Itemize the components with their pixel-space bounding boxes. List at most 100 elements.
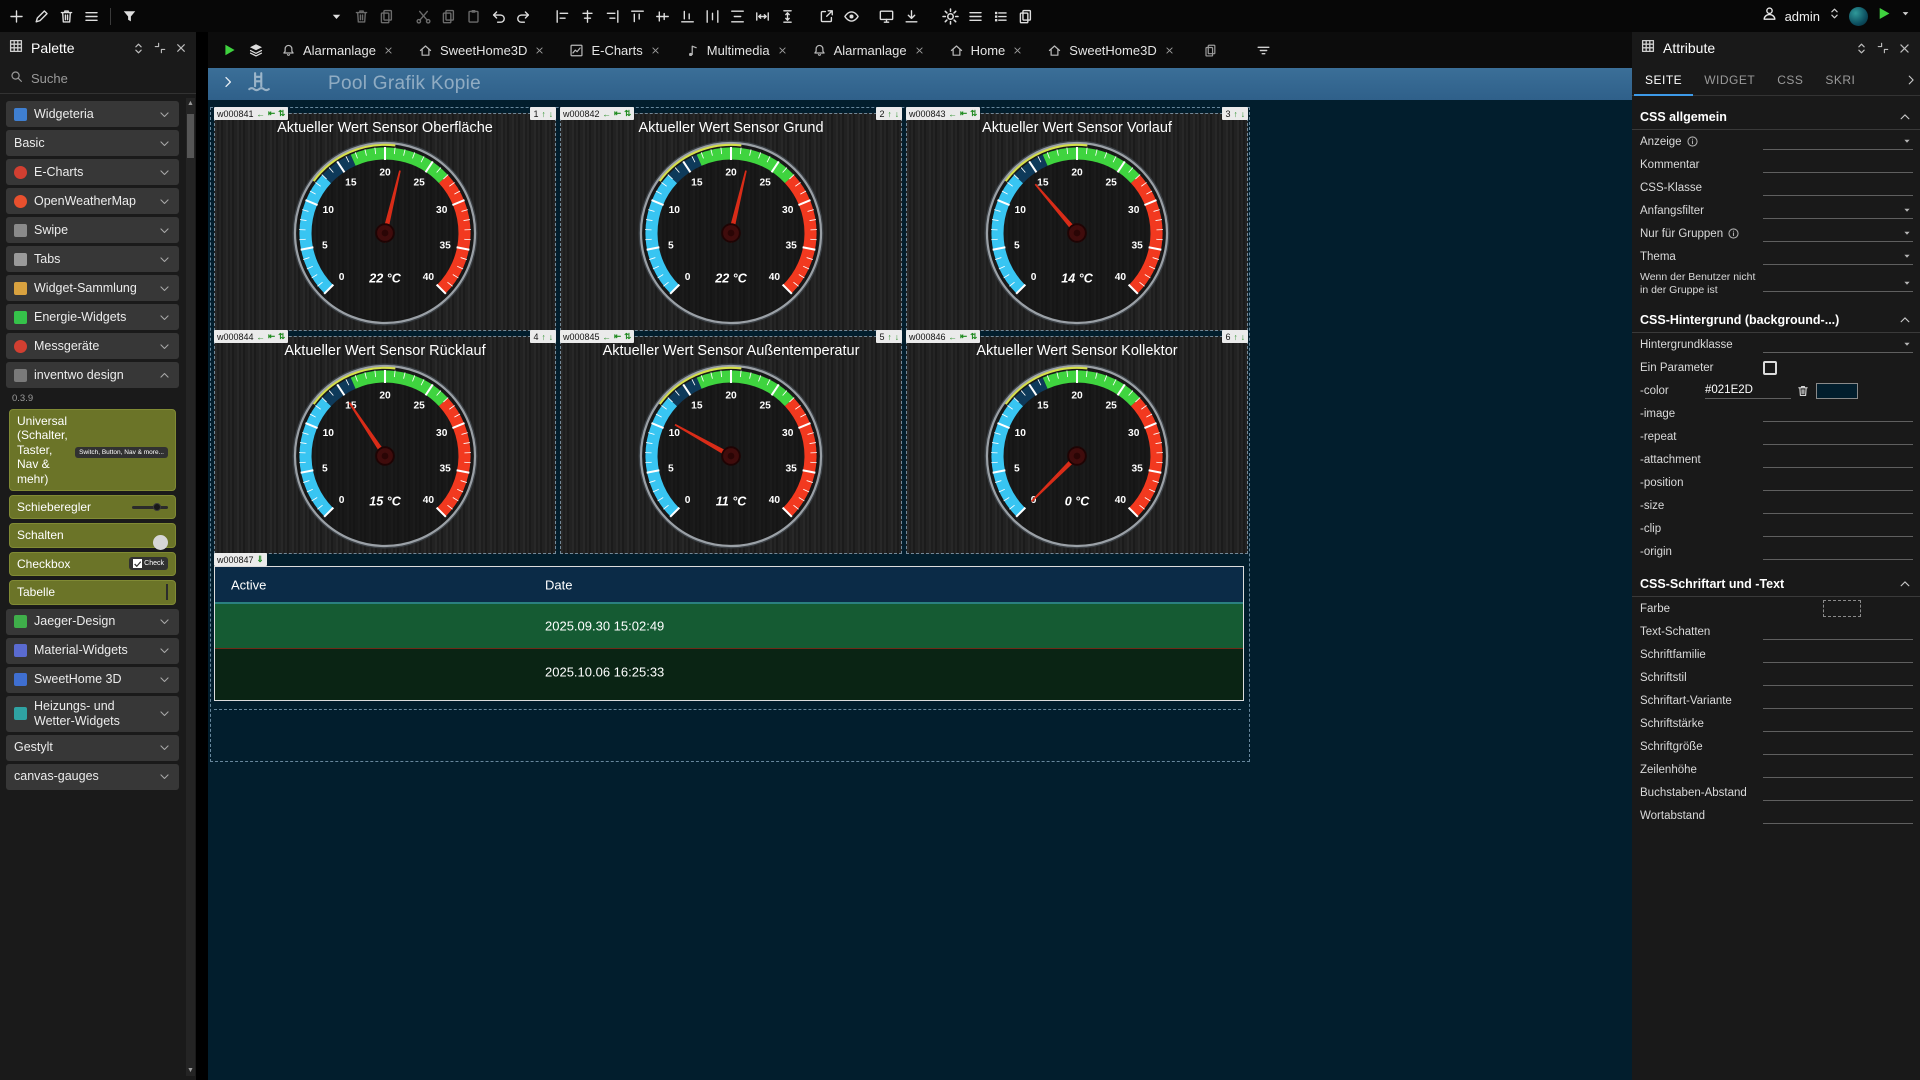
copy-button[interactable] <box>1013 3 1038 29</box>
palette-unfold-button[interactable] <box>131 41 146 56</box>
gauge-widget-w000844[interactable]: w000844←⇤⇅4↑↓Aktueller Wert Sensor Rückl… <box>214 336 556 554</box>
tab-css[interactable]: CSS <box>1766 64 1814 96</box>
palette-widget-tabelle[interactable]: Tabelle <box>9 580 176 604</box>
import-button[interactable] <box>899 3 924 29</box>
view-tab-home-5[interactable]: Home <box>938 32 1035 68</box>
palette-category-jaeger-design[interactable]: Jaeger-Design <box>6 609 179 635</box>
view-tab-sweethome3d-1[interactable]: SweetHome3D <box>407 32 556 68</box>
expand-chevron[interactable] <box>220 74 236 95</box>
attr-input[interactable] <box>1763 428 1913 445</box>
widget-id-chip[interactable]: w000843←⇤⇅ <box>906 107 980 120</box>
attr-select[interactable] <box>1763 202 1913 219</box>
same-width-button[interactable] <box>750 3 775 29</box>
copy-button[interactable] <box>374 3 399 29</box>
attr-select[interactable] <box>1763 225 1913 242</box>
section-header[interactable]: CSS allgemein <box>1632 105 1920 130</box>
align-center-v-button[interactable] <box>650 3 675 29</box>
attribute-unfold-button[interactable] <box>1854 41 1869 56</box>
close-tab-button[interactable] <box>777 45 788 56</box>
palette-category-tabs[interactable]: Tabs <box>6 246 179 272</box>
section-header[interactable]: CSS-Schriftart und -Text <box>1632 572 1920 597</box>
attr-input[interactable] <box>1763 692 1913 709</box>
palette-category-messger-te[interactable]: Messgeräte <box>6 333 179 359</box>
widget-order-chip[interactable]: 6↑↓ <box>1222 330 1248 343</box>
close-tab-button[interactable] <box>1164 45 1175 56</box>
dist-h-button[interactable] <box>700 3 725 29</box>
widget-order-chip[interactable]: 2↑↓ <box>876 107 902 120</box>
run-view-button[interactable] <box>216 37 241 63</box>
align-top-button[interactable] <box>625 3 650 29</box>
close-tab-button[interactable] <box>650 45 661 56</box>
attr-input[interactable] <box>1763 646 1913 663</box>
palette-category-widget-sammlung[interactable]: Widget-Sammlung <box>6 275 179 301</box>
tab-widget[interactable]: WIDGET <box>1693 64 1766 96</box>
menu-button[interactable] <box>963 3 988 29</box>
gauge-widget-w000846[interactable]: w000846←⇤⇅6↑↓Aktueller Wert Sensor Kolle… <box>906 336 1248 554</box>
align-left-button[interactable] <box>550 3 575 29</box>
views-menu-button[interactable] <box>1251 37 1276 63</box>
widget-order-chip[interactable]: 1↑↓ <box>530 107 556 120</box>
funnel-button[interactable] <box>117 3 142 29</box>
copy-button[interactable] <box>436 3 461 29</box>
widget-id-chip[interactable]: w000841←⇤⇅ <box>214 107 288 120</box>
palette-category-canvas-gauges[interactable]: canvas-gauges <box>6 764 179 790</box>
views-extra-button[interactable] <box>1198 37 1223 63</box>
palette-scrollbar[interactable]: ▲ ▼ <box>186 98 195 1076</box>
palette-category-heizungs-und-wetter-widgets[interactable]: Heizungs- und Wetter-Widgets <box>6 696 179 732</box>
selection-group[interactable]: Active Date 2025.09.30 15:02:492025.10.0… <box>210 107 1250 762</box>
palette-category-inventwo-design[interactable]: inventwo design <box>6 362 179 388</box>
attr-input[interactable] <box>1763 738 1913 755</box>
layers-button[interactable] <box>243 37 268 63</box>
align-bottom-button[interactable] <box>675 3 700 29</box>
search-input[interactable] <box>31 71 151 86</box>
view-tab-multimedia-3[interactable]: Multimedia <box>674 32 799 68</box>
color-picker-box[interactable] <box>1823 600 1861 617</box>
align-center-h-button[interactable] <box>575 3 600 29</box>
attribute-shrink-button[interactable] <box>1876 41 1890 55</box>
palette-widget-schieberegler[interactable]: Schieberegler <box>9 495 176 519</box>
palette-category-energie-widgets[interactable]: Energie-Widgets <box>6 304 179 330</box>
palette-category-openweathermap[interactable]: OpenWeatherMap <box>6 188 179 214</box>
table-widget[interactable]: Active Date 2025.09.30 15:02:492025.10.0… <box>214 566 1244 701</box>
palette-widget-universal[interactable]: Universal (Schalter, Taster, Nav & mehr)… <box>9 409 176 491</box>
section-header[interactable]: CSS-Hintergrund (background-...) <box>1632 308 1920 333</box>
widget-id-chip[interactable]: w000844←⇤⇅ <box>214 330 288 343</box>
close-tab-button[interactable] <box>1012 45 1023 56</box>
attr-input[interactable] <box>1763 179 1913 196</box>
export-button[interactable] <box>814 3 839 29</box>
palette-category-widgeteria[interactable]: Widgeteria <box>6 101 179 127</box>
palette-category-swipe[interactable]: Swipe <box>6 217 179 243</box>
gear-button[interactable] <box>938 3 963 29</box>
widget-id-chip[interactable]: w000842←⇤⇅ <box>560 107 634 120</box>
pencil-button[interactable] <box>29 3 54 29</box>
widget-order-chip[interactable]: 5↑↓ <box>876 330 902 343</box>
attr-checkbox[interactable] <box>1763 361 1777 375</box>
attr-input[interactable] <box>1763 405 1913 422</box>
menu-button[interactable] <box>79 3 104 29</box>
color-swatch[interactable] <box>1816 383 1858 399</box>
dist-v-button[interactable] <box>725 3 750 29</box>
attr-select[interactable] <box>1763 275 1913 292</box>
tab-seite[interactable]: SEITE <box>1634 64 1693 96</box>
table-id-chip[interactable]: w000847⇓ <box>214 553 267 566</box>
palette-widget-checkbox[interactable]: CheckboxCheck <box>9 552 176 576</box>
close-tab-button[interactable] <box>383 45 394 56</box>
gauge-widget-w000841[interactable]: w000841←⇤⇅1↑↓Aktueller Wert Sensor Oberf… <box>214 113 556 331</box>
attr-input[interactable] <box>1763 715 1913 732</box>
widget-order-chip[interactable]: 4↑↓ <box>530 330 556 343</box>
attr-input[interactable] <box>1763 623 1913 640</box>
palette-category-material-widgets[interactable]: Material-Widgets <box>6 638 179 664</box>
plus-button[interactable] <box>4 3 29 29</box>
attr-input[interactable] <box>1763 669 1913 686</box>
attr-input[interactable] <box>1763 807 1913 824</box>
attribute-close-button[interactable] <box>1897 41 1912 56</box>
trash-button[interactable] <box>349 3 374 29</box>
widget-id-chip[interactable]: w000845←⇤⇅ <box>560 330 634 343</box>
attr-select[interactable] <box>1763 133 1913 150</box>
attr-input[interactable] <box>1763 156 1913 173</box>
redo-button[interactable] <box>511 3 536 29</box>
run-button[interactable] <box>1875 5 1892 27</box>
align-right-button[interactable] <box>600 3 625 29</box>
view-tab-sweethome3d-6[interactable]: SweetHome3D <box>1036 32 1185 68</box>
widget-id-chip[interactable]: w000846←⇤⇅ <box>906 330 980 343</box>
